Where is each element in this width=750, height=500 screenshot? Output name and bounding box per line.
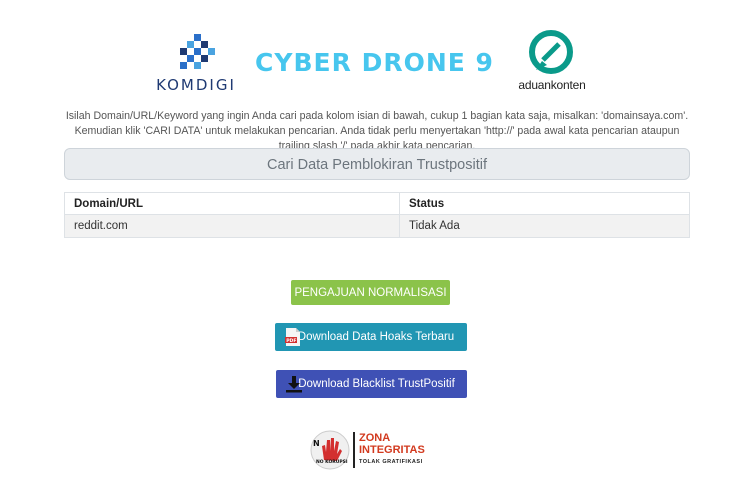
table-header-row: Domain/URL Status <box>64 192 690 215</box>
aduankonten-wordmark: aduankonten <box>518 78 586 92</box>
no-korupsi-hand-icon: N NO KORUPSI <box>310 430 350 470</box>
aduankonten-logo: aduankonten <box>512 30 592 96</box>
column-header-status: Status <box>399 192 690 215</box>
cell-status: Tidak Ada <box>399 214 690 238</box>
tolak-gratifikasi-text: TOLAK GRATIFIKASI <box>359 459 423 465</box>
komdigi-wordmark: KOMDIGI <box>156 76 236 94</box>
pengajuan-normalisasi-button[interactable]: PENGAJUAN NORMALISASI <box>291 280 450 305</box>
zona-integritas-logo: N NO KORUPSI ZONA INTEGRITAS TOLAK GRATI… <box>310 428 440 472</box>
download-blacklist-button[interactable]: Download Blacklist TrustPositif <box>276 370 467 398</box>
normalisasi-button-label: PENGAJUAN NORMALISASI <box>294 286 447 299</box>
download-icon <box>286 376 302 393</box>
hoaks-button-label: Download Data Hoaks Terbaru <box>297 331 455 343</box>
svg-text:N: N <box>313 439 320 448</box>
komdigi-logo: KOMDIGI <box>150 32 242 94</box>
column-header-domain: Domain/URL <box>64 192 400 215</box>
results-table: Domain/URL Status reddit.com Tidak Ada <box>64 192 690 238</box>
pdf-file-icon: PDF <box>285 328 300 346</box>
cell-domain: reddit.com <box>64 214 400 238</box>
integritas-text: INTEGRITAS <box>359 444 425 456</box>
komdigi-mark-icon <box>180 34 215 69</box>
aduankonten-mark-icon <box>529 30 573 74</box>
header: KOMDIGI CYBER DRONE 9 aduankonten <box>0 30 750 96</box>
blacklist-button-label: Download Blacklist TrustPositif <box>298 378 455 390</box>
logo-divider <box>353 432 355 468</box>
zona-text: ZONA <box>359 432 391 444</box>
svg-text:PDF: PDF <box>286 338 296 344</box>
download-hoaks-button[interactable]: PDF Download Data Hoaks Terbaru <box>275 323 467 351</box>
search-title-box: Cari Data Pemblokiran Trustpositif <box>64 148 690 180</box>
no-korupsi-label: NO KORUPSI <box>316 459 348 465</box>
cyber-drone-title: CYBER DRONE 9 <box>255 48 494 77</box>
table-row: reddit.com Tidak Ada <box>64 214 690 238</box>
